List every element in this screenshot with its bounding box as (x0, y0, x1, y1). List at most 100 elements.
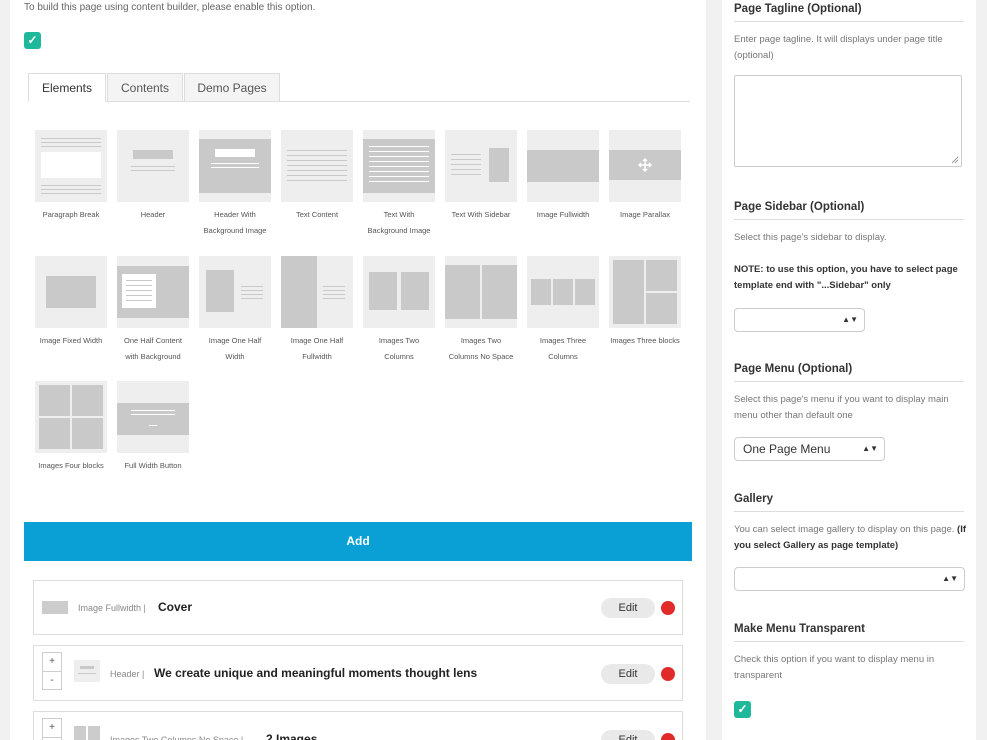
element-header[interactable]: Header (113, 130, 193, 223)
sidebar-heading: Page Sidebar (Optional) (734, 201, 964, 220)
menu-description: Select this page's menu if you want to d… (734, 394, 949, 421)
image-fullwidth-thumb (527, 130, 599, 202)
select-arrows-icon: ▲▼ (942, 574, 958, 583)
element-label: Header (140, 210, 166, 219)
delete-dot-button[interactable] (661, 601, 675, 615)
page-options-sidebar: Page Tagline (Optional) Enter page tagli… (722, 0, 976, 740)
menu-select[interactable]: One Page Menu ▲▼ (734, 437, 885, 461)
element-label: Image Parallax (619, 210, 671, 219)
element-text-with-background[interactable]: Text With Background Image (359, 130, 439, 239)
element-label: Paragraph Break (42, 210, 100, 219)
one-half-bg-thumb (117, 256, 189, 328)
row-type-label: Image Fullwidth | (78, 603, 146, 613)
element-image-parallax[interactable]: Image Parallax (605, 130, 685, 223)
content-builder-panel: To build this page using content builder… (10, 0, 706, 740)
image-half-width-thumb (199, 256, 271, 328)
element-label: One Half Content (124, 336, 182, 345)
text-sidebar-thumb (445, 130, 517, 202)
content-row-header[interactable]: + - Header | We create unique and meanin… (33, 645, 683, 701)
row-type-thumb (88, 726, 100, 740)
element-label-2: Background Image (203, 226, 267, 235)
element-label: Full Width Button (124, 461, 182, 470)
sidebar-note: NOTE: to use this option, you have to se… (734, 264, 958, 291)
element-label-2: Background Image (367, 226, 431, 235)
element-image-fullwidth[interactable]: Image Fullwidth (523, 130, 603, 223)
element-label-2: Columns No Space (448, 352, 514, 361)
element-text-content[interactable]: Text Content (277, 130, 357, 223)
row-order-stepper[interactable]: + - (42, 652, 62, 690)
row-order-stepper[interactable]: + - (42, 718, 62, 740)
element-one-half-content-bg[interactable]: One Half Content with Background (113, 256, 193, 365)
delete-dot-button[interactable] (661, 667, 675, 681)
images-two-col-nospace-thumb (445, 256, 517, 328)
sidebar-select[interactable]: ▲▼ (734, 308, 865, 332)
images-four-blocks-thumb (35, 381, 107, 453)
element-image-one-half-fullwidth[interactable]: Image One Half Fullwidth (277, 256, 357, 365)
row-type-thumb (74, 726, 86, 740)
tab-demo-pages[interactable]: Demo Pages (184, 73, 280, 102)
move-up-button[interactable]: + (43, 653, 61, 671)
element-images-four-blocks[interactable]: Images Four blocks (31, 381, 111, 474)
select-arrows-icon: ▲▼ (842, 315, 858, 324)
element-full-width-button[interactable]: Full Width Button (113, 381, 193, 474)
tab-contents[interactable]: Contents (107, 73, 183, 102)
row-title: 2 Images (266, 732, 318, 740)
element-image-fixed-width[interactable]: Image Fixed Width (31, 256, 111, 349)
row-title: Cover (158, 600, 193, 614)
edit-button[interactable]: Edit (601, 664, 655, 684)
builder-tabs: Elements Contents Demo Pages (28, 73, 690, 102)
move-up-button[interactable]: + (43, 719, 61, 737)
builder-intro-text: To build this page using content builder… (24, 2, 316, 13)
element-label-2: with Background (125, 352, 181, 361)
header-thumb (117, 130, 189, 202)
element-label-2: Width (225, 352, 245, 361)
add-element-button[interactable]: Add (24, 522, 692, 561)
edit-button[interactable]: Edit (601, 730, 655, 740)
tab-elements[interactable]: Elements (28, 73, 106, 102)
element-images-three-columns[interactable]: Images Three Columns (523, 256, 603, 365)
element-label: Image Fullwidth (536, 210, 590, 219)
tagline-textarea[interactable] (734, 75, 962, 167)
image-fixed-thumb (35, 256, 107, 328)
element-images-three-blocks[interactable]: Images Three blocks (605, 256, 685, 349)
content-row-images[interactable]: + - Images Two Columns No Space | 2 Imag… (33, 711, 683, 740)
gallery-select[interactable]: ▲▼ (734, 567, 965, 591)
select-arrows-icon: ▲▼ (862, 444, 878, 453)
element-label: Text With (383, 210, 415, 219)
move-icon (638, 158, 652, 172)
move-down-button[interactable]: - (43, 671, 61, 689)
edit-button[interactable]: Edit (601, 598, 655, 618)
element-label-2: Columns (548, 352, 578, 361)
element-label: Text Content (295, 210, 339, 219)
enable-builder-checkbox[interactable]: ✓ (24, 32, 41, 49)
transparent-menu-checkbox[interactable]: ✓ (734, 701, 751, 718)
element-paragraph-break[interactable]: Paragraph Break (31, 130, 111, 223)
menu-heading: Page Menu (Optional) (734, 363, 964, 382)
element-images-two-columns-no-space[interactable]: Images Two Columns No Space (441, 256, 521, 365)
element-label: Images Three blocks (610, 336, 680, 345)
row-type-thumb (42, 601, 68, 614)
element-image-one-half-width[interactable]: Image One Half Width (195, 256, 275, 365)
transparent-heading: Make Menu Transparent (734, 623, 964, 642)
element-header-with-background[interactable]: Header With Background Image (195, 130, 275, 239)
element-label: Text With Sidebar (451, 210, 511, 219)
element-label: Images Two (378, 336, 420, 345)
images-two-col-thumb (363, 256, 435, 328)
header-bg-thumb (199, 130, 271, 202)
element-text-with-sidebar[interactable]: Text With Sidebar (441, 130, 521, 223)
images-three-blocks-thumb (609, 256, 681, 328)
resize-handle-icon[interactable] (951, 156, 959, 164)
element-label: Image One Half (208, 336, 262, 345)
row-title: We create unique and meaningful moments … (154, 666, 478, 680)
element-label: Images Three (539, 336, 587, 345)
gallery-heading: Gallery (734, 493, 964, 512)
row-type-label: Header | (110, 669, 145, 679)
text-bg-thumb (363, 130, 435, 202)
transparent-description: Check this option if you want to display… (734, 654, 935, 681)
menu-select-value: One Page Menu (743, 442, 831, 456)
content-row-cover[interactable]: Image Fullwidth | Cover Edit (33, 580, 683, 635)
delete-dot-button[interactable] (661, 733, 675, 740)
element-label: Images Four blocks (38, 461, 104, 470)
image-parallax-thumb (609, 130, 681, 202)
element-images-two-columns[interactable]: Images Two Columns (359, 256, 439, 365)
